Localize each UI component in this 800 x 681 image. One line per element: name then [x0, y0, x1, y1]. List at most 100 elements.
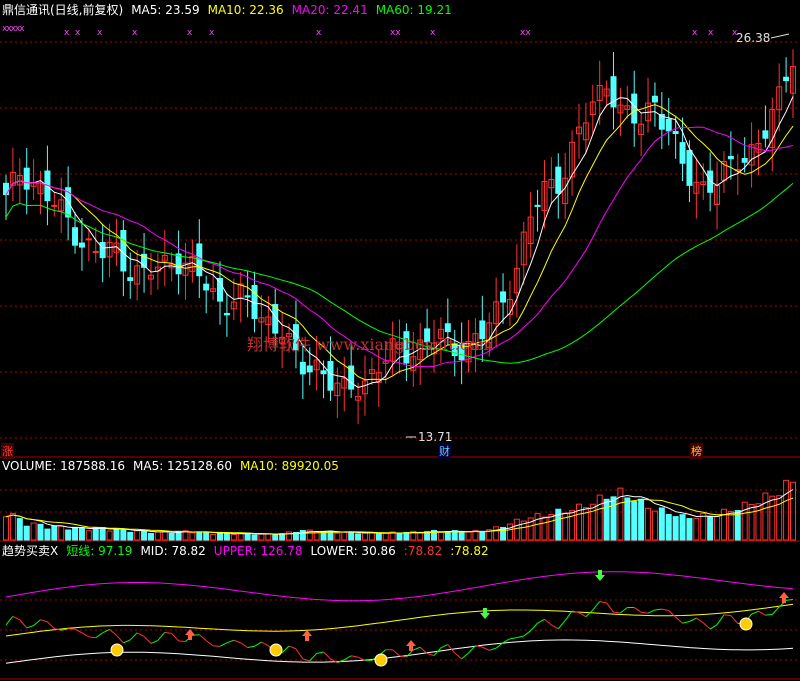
volume-bar-down	[603, 498, 610, 541]
candle-down	[203, 283, 210, 291]
indicator-name: 趋势买卖X	[2, 544, 59, 558]
candle-down	[741, 158, 748, 163]
lower-value: LOWER: 30.86	[310, 544, 396, 558]
volume-bar-up	[534, 513, 541, 541]
short-line-segment	[751, 610, 759, 615]
short-line-segment	[758, 610, 766, 616]
candle-down	[783, 76, 790, 82]
volume-bar-up	[230, 534, 237, 541]
high-leader	[770, 33, 790, 39]
volume-bar-down	[99, 526, 106, 541]
volume-bar-up	[548, 514, 555, 541]
candle-down	[631, 93, 638, 124]
top-x-markers: xxxxx	[2, 24, 25, 34]
volume-bar-down	[686, 518, 693, 541]
candle-down	[727, 156, 734, 160]
flag-zhang[interactable]: 涨	[1, 443, 14, 459]
short-line-segment	[81, 632, 90, 638]
volume-bar-down	[203, 531, 210, 541]
short-line-segment	[557, 620, 566, 630]
short-line-segment	[95, 632, 103, 639]
buy-signal-icon	[374, 653, 388, 667]
candle-down	[534, 204, 541, 207]
candle-up	[85, 238, 92, 241]
volume-bar-up	[313, 531, 320, 541]
volume-bar-up	[154, 531, 161, 541]
short-line-segment	[88, 636, 96, 639]
short-line-segment	[5, 615, 14, 626]
upper-value: UPPER: 126.78	[213, 544, 303, 558]
volume-bar-down	[631, 501, 638, 541]
short-line-segment	[178, 640, 186, 643]
candle-down	[686, 150, 693, 186]
buy-signal-icon	[269, 643, 283, 657]
short-line-segment	[281, 645, 290, 654]
volume-bar-down	[396, 532, 403, 541]
volume-bar-up	[9, 512, 16, 541]
short-line-segment	[606, 602, 614, 613]
candle-down	[244, 295, 251, 298]
candle-down	[99, 241, 106, 259]
short-line-segment	[578, 612, 587, 618]
stock-chart-window: x x x x x x x xx x xx x x x 鼎信通讯(日线,前复权) MA5: 23.59 MA…	[0, 0, 800, 681]
x-marker: x	[75, 28, 81, 38]
volume-bar-up	[417, 532, 424, 541]
short-line-segment	[323, 651, 331, 660]
short-line-segment	[765, 613, 773, 616]
short-line-segment	[599, 600, 607, 604]
up-arrow-icon	[185, 629, 195, 640]
volume-bar-down	[37, 523, 44, 541]
short-line-segment	[143, 636, 152, 644]
volume-bar-down	[272, 534, 279, 541]
mid-value: MID: 78.82	[140, 544, 206, 558]
short-line-segment	[247, 645, 255, 648]
volume-bar-down	[51, 525, 58, 541]
short-line-segment	[523, 630, 531, 637]
candle-down	[23, 167, 30, 190]
volume-bar-down	[665, 513, 672, 541]
volume-bar-up	[258, 533, 265, 541]
volume-bar-down	[23, 525, 30, 541]
volume-header: VOLUME: 187588.16 MA5: 125128.60 MA10: 899…	[2, 459, 347, 473]
volume-bar-down	[127, 531, 134, 541]
volume-bar-up	[106, 530, 113, 541]
volume-bar-down	[610, 496, 617, 541]
short-line-segment	[696, 617, 704, 624]
candle-down	[78, 242, 85, 248]
short-line-segment	[633, 607, 642, 613]
volume-bar-down	[479, 531, 486, 541]
volume-bar-down	[217, 532, 224, 541]
ma60-value: MA60: 19.21	[375, 3, 452, 17]
volume-bar-up	[161, 531, 168, 541]
short-line-segment	[675, 616, 683, 624]
short-line-segment	[544, 618, 552, 626]
volume-ma10: MA10: 89920.05	[239, 459, 339, 473]
candle-down	[306, 365, 313, 373]
short-line-segment	[351, 655, 359, 658]
candle-down	[3, 182, 9, 196]
short-line-segment	[730, 615, 739, 624]
volume-bar-down	[679, 514, 686, 541]
volume-bar-up	[762, 492, 769, 541]
short-line-segment	[164, 631, 172, 634]
buy-signal-icon	[110, 643, 124, 657]
candle-down	[651, 95, 658, 103]
volume-bar-up	[465, 531, 472, 541]
short-line-segment	[261, 641, 269, 647]
candle-up	[51, 204, 58, 207]
short-line-segment	[68, 628, 76, 630]
volume-bar-down	[113, 528, 120, 541]
flag-bang[interactable]: 榜	[690, 443, 703, 459]
short-line-segment	[129, 632, 138, 641]
volume-bar-up	[493, 526, 500, 541]
volume-ma5: MA5: 125128.60	[133, 459, 232, 473]
short-line-segment	[682, 621, 690, 624]
flag-cai[interactable]: 财	[438, 443, 451, 459]
x-marker: x	[316, 28, 322, 38]
short-line-segment	[440, 644, 449, 649]
short-line-segment	[254, 641, 262, 647]
ma20-value: MA20: 22.41	[291, 3, 368, 17]
short-line-segment	[592, 601, 601, 611]
short-line-segment	[482, 646, 490, 651]
volume-bar-up	[513, 518, 520, 541]
